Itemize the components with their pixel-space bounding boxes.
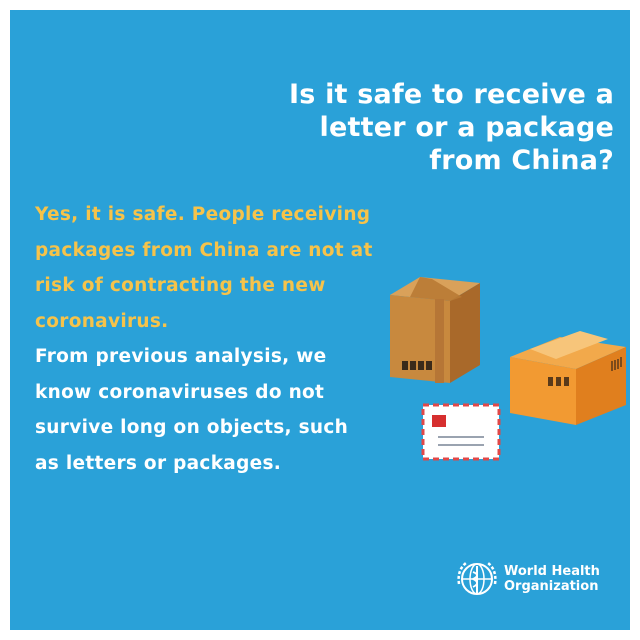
question-heading: Is it safe to receive a letter or a pack… xyxy=(288,79,614,176)
open-box-icon xyxy=(510,331,626,425)
parcels-illustration xyxy=(390,277,626,461)
who-logo: World Health Organization xyxy=(456,558,600,600)
answer-text: Yes, it is safe. People receiving packag… xyxy=(35,197,375,481)
tall-box-icon xyxy=(390,277,480,383)
who-name-line2: Organization xyxy=(504,579,599,594)
answer-highlight: Yes, it is safe. People receiving packag… xyxy=(35,204,373,332)
envelope-icon xyxy=(421,403,501,461)
who-name: World Health Organization xyxy=(504,564,600,594)
who-emblem-icon xyxy=(457,562,497,595)
answer-body: From previous analysis, we know coronavi… xyxy=(35,346,349,474)
info-card: Is it safe to receive a letter or a pack… xyxy=(10,10,630,630)
who-name-line1: World Health xyxy=(504,564,600,579)
